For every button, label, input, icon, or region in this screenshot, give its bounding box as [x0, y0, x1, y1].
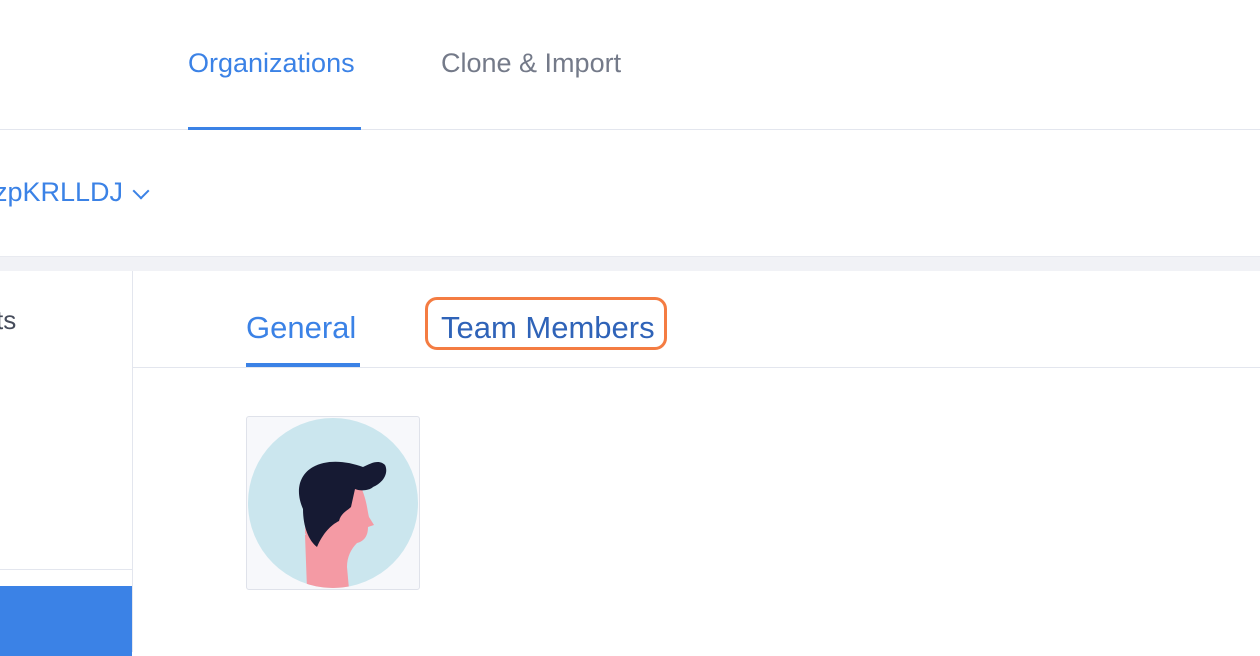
tab-general[interactable]: General — [246, 310, 356, 346]
sidebar-divider — [0, 569, 132, 570]
avatar[interactable] — [246, 416, 420, 590]
active-subtab-indicator — [246, 363, 360, 367]
settings-tabs: General Team Members — [133, 271, 1260, 368]
section-divider — [0, 256, 1260, 272]
sidebar: ts — [0, 271, 133, 656]
organization-bar: zpKRLLDJ — [0, 130, 1260, 256]
organization-selector[interactable]: zpKRLLDJ — [0, 177, 150, 208]
main-content: General Team Members — [133, 271, 1260, 652]
organization-name: zpKRLLDJ — [0, 177, 124, 207]
person-avatar-icon — [248, 418, 418, 588]
sidebar-item[interactable]: ts — [0, 305, 16, 336]
tab-clone-import[interactable]: Clone & Import — [441, 48, 621, 79]
tab-organizations[interactable]: Organizations — [188, 48, 355, 79]
tab-team-members[interactable]: Team Members — [441, 310, 655, 346]
sidebar-action-button[interactable] — [0, 586, 132, 656]
chevron-down-icon — [132, 182, 150, 199]
top-navigation: Organizations Clone & Import — [0, 0, 1260, 131]
